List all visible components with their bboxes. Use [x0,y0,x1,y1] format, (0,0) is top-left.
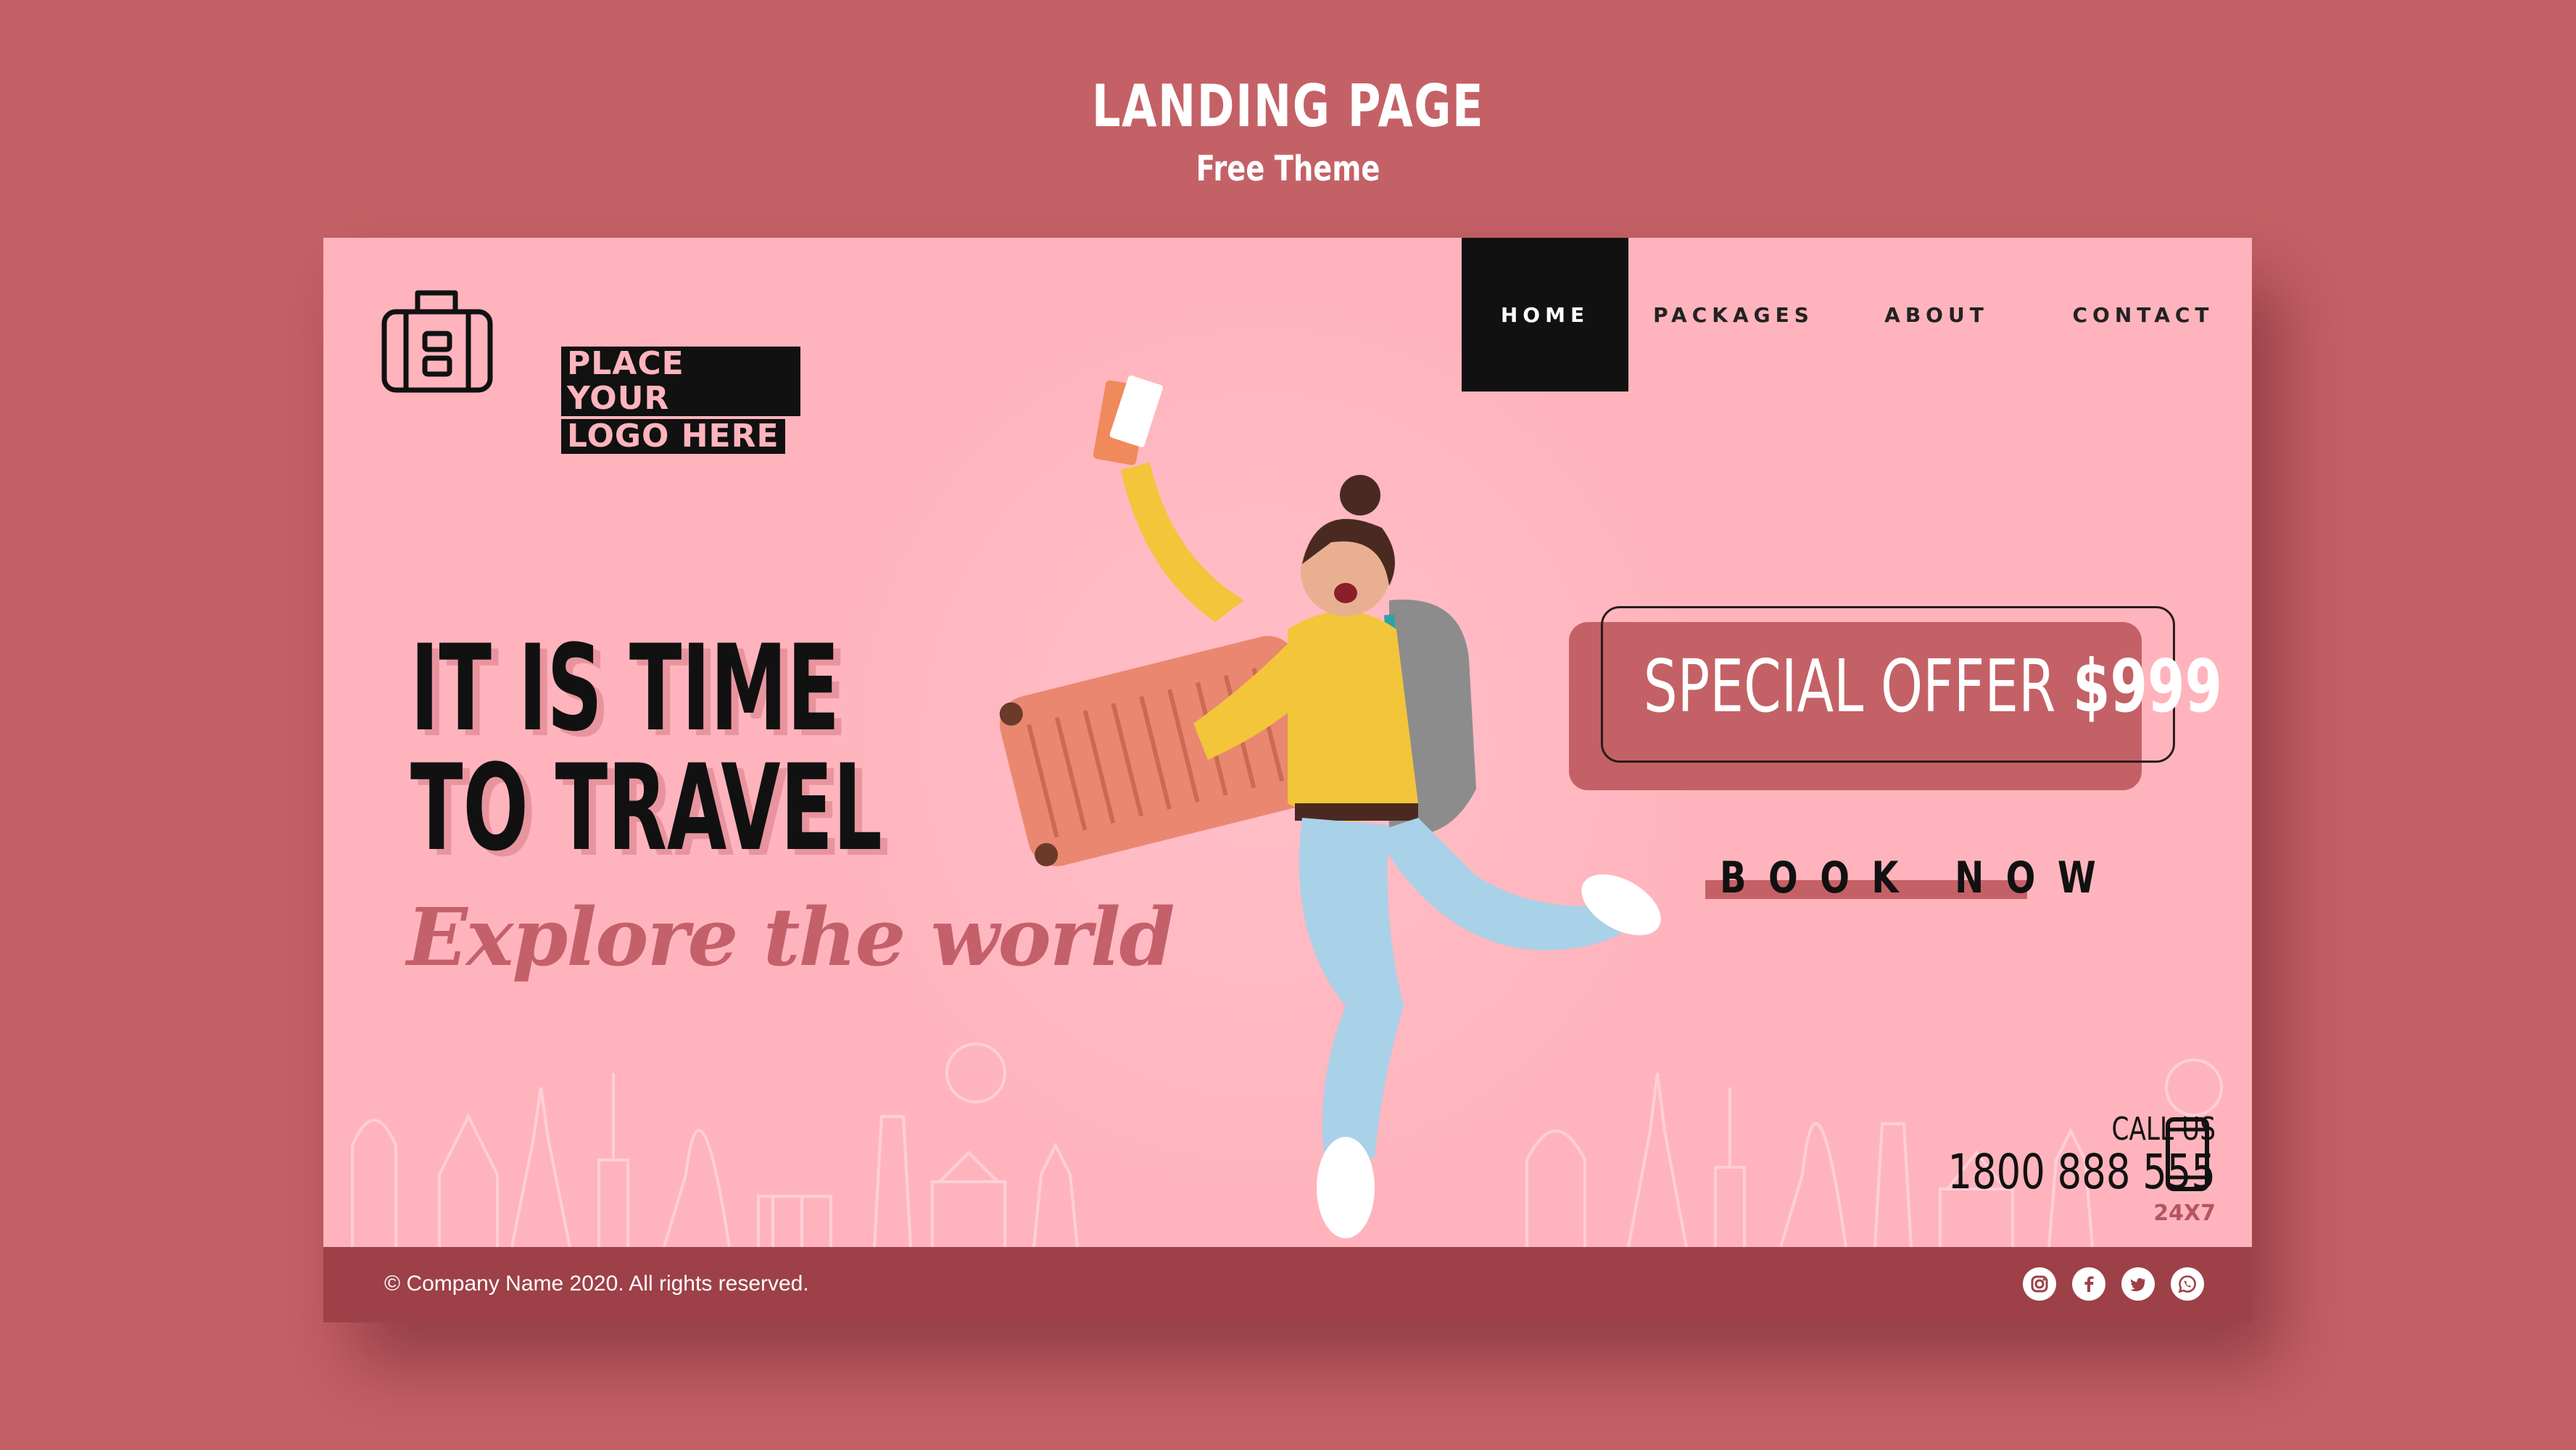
social-links [2023,1267,2204,1301]
special-offer-price: $999 [2073,644,2222,729]
facebook-icon[interactable] [2072,1267,2105,1301]
support-hours: 24X7 [2153,1201,2216,1226]
hero-title-line-1: IT IS TIME [410,619,840,758]
instagram-icon[interactable] [2023,1267,2056,1301]
copyright-text: © Company Name 2020. All rights reserved… [384,1272,809,1296]
twitter-icon[interactable] [2121,1267,2155,1301]
whatsapp-icon[interactable] [2171,1267,2204,1301]
footer: © Company Name 2020. All rights reserved… [323,1247,2252,1322]
logo-line-1: PLACE YOUR [561,347,800,416]
page-heading: LANDING PAGE [1091,72,1485,140]
book-now-button[interactable]: BOOK NOW [1720,853,2118,903]
logo[interactable]: PLACE YOUR LOGO HERE [374,283,809,454]
mobile-phone-icon [2166,1117,2209,1191]
nav-about[interactable]: ABOUT [1839,238,2034,392]
hero-title-line-2: TO TRAVEL [410,739,882,877]
special-offer-label: SPECIAL OFFER [1643,644,2056,729]
nav-contact[interactable]: CONTACT [2034,238,2252,392]
logo-text: PLACE YOUR LOGO HERE [561,347,800,457]
traveler-photo [999,375,1661,1238]
landing-card: PLACE YOUR LOGO HERE HOME PACKAGES ABOUT… [323,238,2252,1322]
page-subheading: Free Theme [1196,149,1380,189]
logo-line-2: LOGO HERE [561,419,785,454]
suitcase-icon [381,290,493,393]
special-offer-text: SPECIAL OFFER $999 [1643,644,2222,729]
